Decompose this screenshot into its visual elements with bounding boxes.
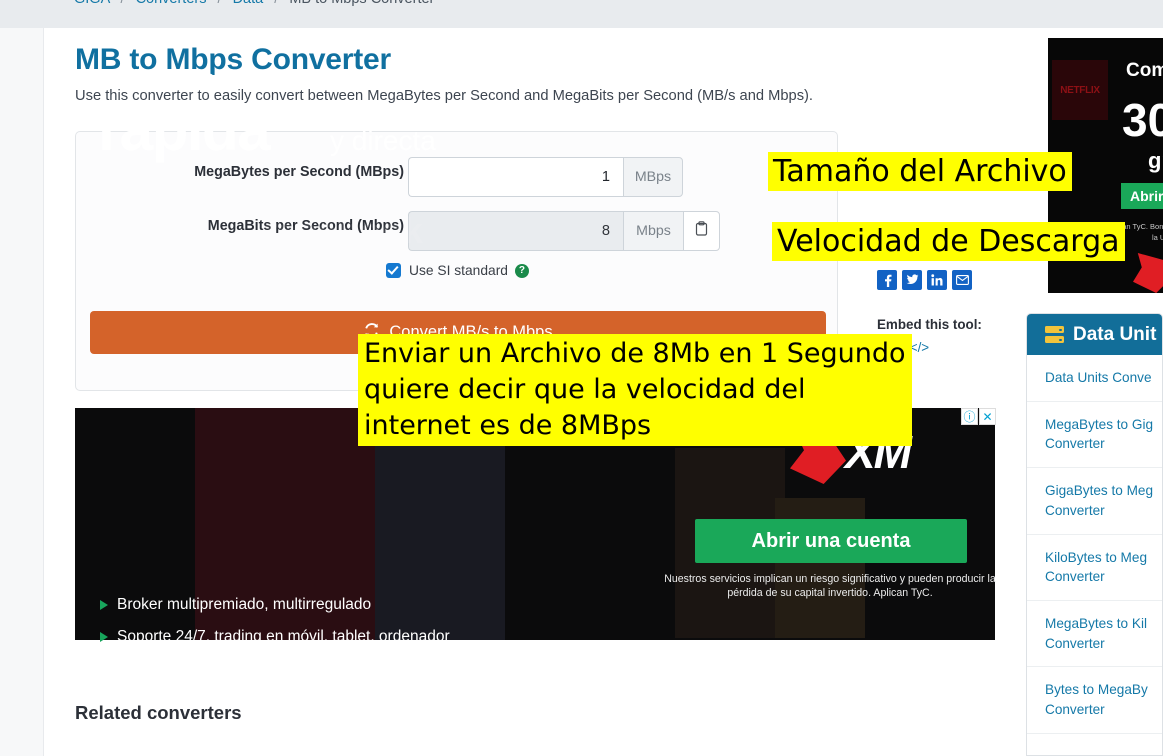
sidebar-item-1[interactable]: MegaBytes to Gig Converter: [1027, 402, 1162, 469]
related-converters-title: Related converters: [75, 702, 242, 723]
linkedin-icon[interactable]: [927, 270, 947, 290]
sidebar-item-0[interactable]: Data Units Conve: [1027, 355, 1162, 402]
sidebar-header-title: Data Unit: [1073, 323, 1157, 345]
sidebar-item-4[interactable]: MegaBytes to Kil Converter: [1027, 601, 1162, 668]
sidebar-header: Data Unit: [1027, 314, 1162, 355]
sidebar-ad-line-1: Comie: [1126, 60, 1163, 81]
breadcrumb-separator: /: [274, 0, 278, 7]
sidebar-item-3[interactable]: KiloBytes to Meg Converter: [1027, 535, 1162, 601]
data-unit-sidebar: Data Unit Data Units Conve MegaBytes to …: [1026, 313, 1163, 756]
breadcrumb-bar: GIGA / Converters / Data / MB to Mbps Co…: [0, 0, 1163, 28]
sidebar-ad-big-number: 30: [1122, 94, 1163, 146]
page-root: GIGA / Converters / Data / MB to Mbps Co…: [0, 0, 1163, 756]
triangle-icon: [100, 600, 108, 610]
sidebar-ad-line-2: gr: [1148, 148, 1163, 173]
megabits-unit-label: Mbps: [623, 211, 683, 251]
triangle-icon: [100, 632, 108, 642]
help-icon[interactable]: ?: [514, 263, 529, 278]
megabits-output-group: 8 Mbps: [408, 211, 720, 251]
ad-bullet-2: Soporte 24/7, trading en móvil, tablet, …: [100, 628, 450, 646]
si-standard-checkbox[interactable]: [386, 263, 402, 278]
ad-bullet-1: Broker multipremiado, multirregulado: [100, 596, 371, 614]
si-standard-row: Use SI standard ?: [76, 263, 839, 278]
breadcrumb: GIGA / Converters / Data / MB to Mbps Co…: [74, 0, 434, 7]
ad-ghost-text: facebook: [265, 210, 424, 251]
adchoices-info-icon[interactable]: ⓘ: [961, 408, 978, 425]
copy-result-button[interactable]: [683, 211, 720, 251]
ad-bullet-1-text: Broker multipremiado, multirregulado: [117, 596, 372, 613]
megabytes-input[interactable]: 1: [408, 157, 623, 197]
email-icon[interactable]: [952, 270, 972, 290]
sidebar-item-2[interactable]: GigaBytes to Meg Converter: [1027, 468, 1162, 535]
ad-headline: rápida: [98, 96, 271, 163]
breadcrumb-separator: /: [121, 0, 125, 7]
annotation-file-size: Tamaño del Archivo: [768, 152, 1072, 191]
ad-headline-suffix: y directa: [330, 125, 436, 156]
ad-line-1: Invierta con ejecucion: [100, 65, 342, 93]
annotation-download-speed: Velocidad de Descarga: [772, 222, 1125, 261]
megabytes-unit-label: MBps: [623, 157, 683, 197]
sidebar-item-5[interactable]: Bytes to MegaBy Converter: [1027, 667, 1162, 734]
breadcrumb-item-giga[interactable]: GIGA: [74, 0, 109, 7]
megabytes-input-label: MegaBytes per Second (MBps): [194, 164, 404, 180]
annotation-explanation: Enviar un Archivo de 8Mb en 1 Segundo qu…: [358, 334, 912, 446]
breadcrumb-separator: /: [218, 0, 222, 7]
breadcrumb-item-converters[interactable]: Converters: [136, 0, 207, 7]
embed-tool-label: Embed this tool:: [877, 317, 982, 332]
twitter-icon[interactable]: [902, 270, 922, 290]
facebook-icon[interactable]: [877, 270, 897, 290]
ad-bullet-2-text: Soporte 24/7, trading en móvil, tablet, …: [117, 628, 450, 645]
ad-ghost-text-2: Lufthansa: [690, 295, 756, 312]
clipboard-icon: [695, 221, 708, 241]
megabits-output[interactable]: 8: [408, 211, 623, 251]
database-icon: [1045, 326, 1064, 343]
ad-disclaimer: Nuestros servicios implican un riesgo si…: [664, 573, 996, 600]
output-row: MegaBits per Second (Mbps) 8 Mbps: [76, 211, 839, 251]
sidebar-ad-thumbnail: NETFLIX: [1052, 60, 1108, 120]
breadcrumb-current: MB to Mbps Converter: [289, 0, 434, 7]
left-gutter: [0, 28, 44, 756]
sidebar-ad-fine-2: la UE: [1152, 233, 1163, 243]
ad-close-icon[interactable]: ✕: [979, 408, 996, 425]
megabytes-input-group: 1 MBps: [408, 157, 683, 197]
breadcrumb-item-data[interactable]: Data: [233, 0, 264, 7]
sidebar-ad-brand-mark: [1133, 253, 1163, 293]
ad-cta-button[interactable]: Abrir una cuenta: [695, 519, 967, 563]
si-standard-label: Use SI standard: [409, 263, 508, 278]
sidebar-ad-cta-button[interactable]: Abrir u: [1121, 183, 1163, 209]
